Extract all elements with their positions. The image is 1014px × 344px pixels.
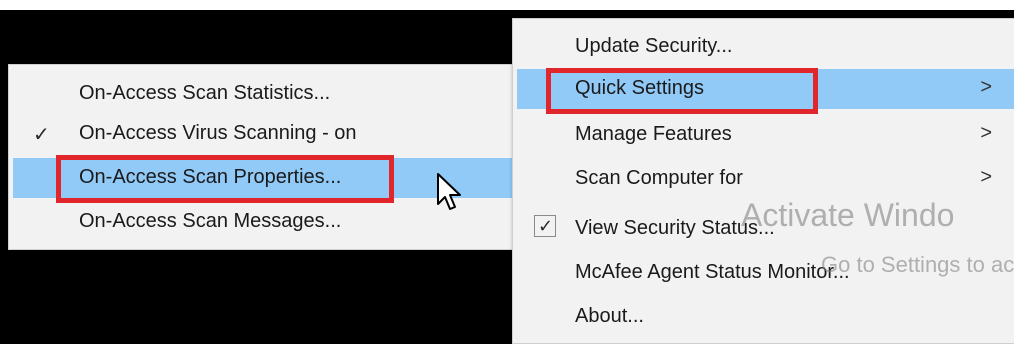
chevron-right-icon: > <box>980 122 992 144</box>
menu-item-label: On-Access Scan Statistics... <box>79 82 331 104</box>
menu-item-virus-scanning[interactable]: ✓ On-Access Virus Scanning - on <box>13 114 513 154</box>
menu-item-label: On-Access Virus Scanning - on <box>79 122 357 144</box>
chevron-right-icon: > <box>980 166 992 188</box>
menu-item-label: Update Security... <box>575 35 733 57</box>
menu-item-label: On-Access Scan Properties... <box>79 166 342 188</box>
top-strip <box>0 0 1014 10</box>
tray-context-menu: Update Security... Quick Settings > Mana… <box>512 18 1014 344</box>
menu-item-label: On-Access Scan Messages... <box>79 210 342 232</box>
menu-item-label: Manage Features <box>575 123 732 145</box>
menu-item-scan-computer[interactable]: Scan Computer for > <box>517 159 1014 199</box>
checkbox-icon: ✓ <box>534 215 556 237</box>
menu-item-quick-settings[interactable]: Quick Settings > <box>517 69 1014 109</box>
menu-item-label: Quick Settings <box>575 77 704 99</box>
mouse-cursor-icon <box>437 173 461 210</box>
menu-item-about[interactable]: About... <box>517 297 1014 337</box>
menu-item-label: About... <box>575 305 644 327</box>
menu-item-label: McAfee Agent Status Monitor... <box>575 261 850 283</box>
menu-item-scan-statistics[interactable]: On-Access Scan Statistics... <box>13 74 513 114</box>
menu-item-update-security[interactable]: Update Security... <box>517 27 1014 67</box>
menu-item-view-security-status[interactable]: ✓ View Security Status... <box>517 209 1014 249</box>
checkmark-icon: ✓ <box>33 124 50 146</box>
menu-item-label: Scan Computer for <box>575 167 743 189</box>
chevron-right-icon: > <box>980 76 992 98</box>
menu-item-agent-status-monitor[interactable]: McAfee Agent Status Monitor... <box>517 253 1014 293</box>
submenu-quick-settings: On-Access Scan Statistics... ✓ On-Access… <box>8 64 518 250</box>
menu-item-manage-features[interactable]: Manage Features > <box>517 115 1014 155</box>
menu-item-label: View Security Status... <box>575 217 775 239</box>
checkmark-icon: ✓ <box>538 216 554 236</box>
